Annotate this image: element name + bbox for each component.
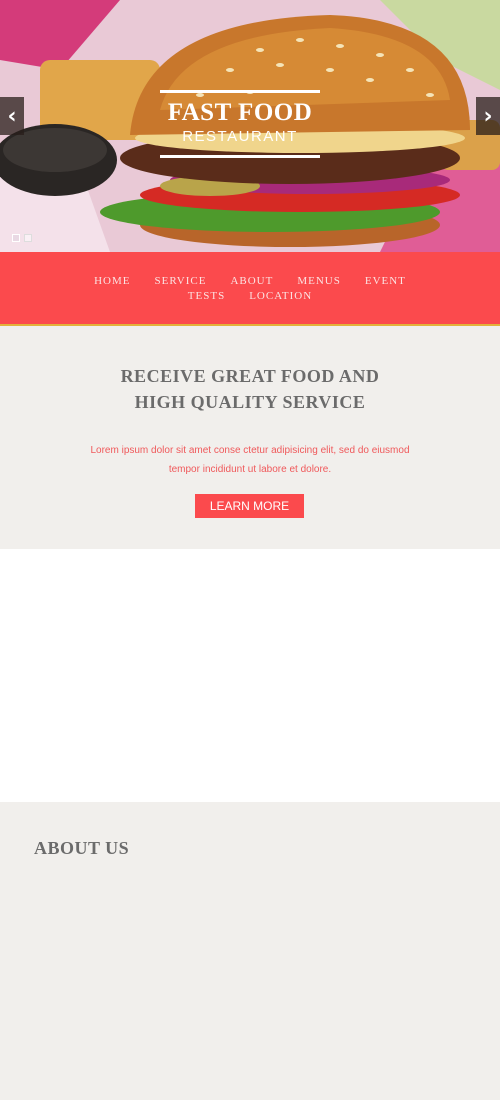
- nav-item-service[interactable]: SERVICE: [142, 274, 218, 289]
- nav-item-menus[interactable]: MENUS: [285, 274, 353, 289]
- slider-pager-dot-2[interactable]: [24, 234, 32, 242]
- white-content-band: [0, 549, 500, 802]
- logo-bottom-rule: [160, 155, 320, 158]
- intro-text: Lorem ipsum dolor sit amet conse ctetur …: [90, 445, 410, 475]
- nav-item-tests[interactable]: TESTS: [176, 289, 237, 304]
- slider-prev-arrow[interactable]: ‹: [0, 97, 24, 135]
- about-heading: ABOUT US: [34, 838, 130, 858]
- nav-item-event[interactable]: EVENT: [353, 274, 418, 289]
- intro-heading: RECEIVE GREAT FOOD AND HIGH QUALITY SERV…: [120, 366, 380, 412]
- logo-title: FAST FOOD: [167, 99, 313, 126]
- nav-item-home[interactable]: HOME: [82, 274, 142, 289]
- logo-subtitle: RESTAURANT: [182, 128, 298, 145]
- nav-item-location[interactable]: LOCATION: [237, 289, 324, 304]
- main-nav: HOME SERVICE ABOUT MENUS EVENT TESTS LOC…: [0, 252, 500, 326]
- slider-pager: [12, 234, 32, 242]
- nav-item-about[interactable]: ABOUT: [218, 274, 285, 289]
- intro-section: RECEIVE GREAT FOOD AND HIGH QUALITY SERV…: [0, 326, 500, 549]
- learn-more-button[interactable]: LEARN MORE: [195, 494, 304, 518]
- logo-top-rule: [160, 90, 320, 93]
- hero-slider: ‹ › FAST FOOD RESTAURANT: [0, 0, 500, 252]
- about-section: ABOUT US: [0, 802, 500, 1100]
- chevron-right-icon: ›: [483, 103, 493, 129]
- slider-pager-dot-1[interactable]: [12, 234, 20, 242]
- site-logo[interactable]: FAST FOOD RESTAURANT: [160, 90, 320, 158]
- chevron-left-icon: ‹: [7, 103, 17, 129]
- slider-next-arrow[interactable]: ›: [476, 97, 500, 135]
